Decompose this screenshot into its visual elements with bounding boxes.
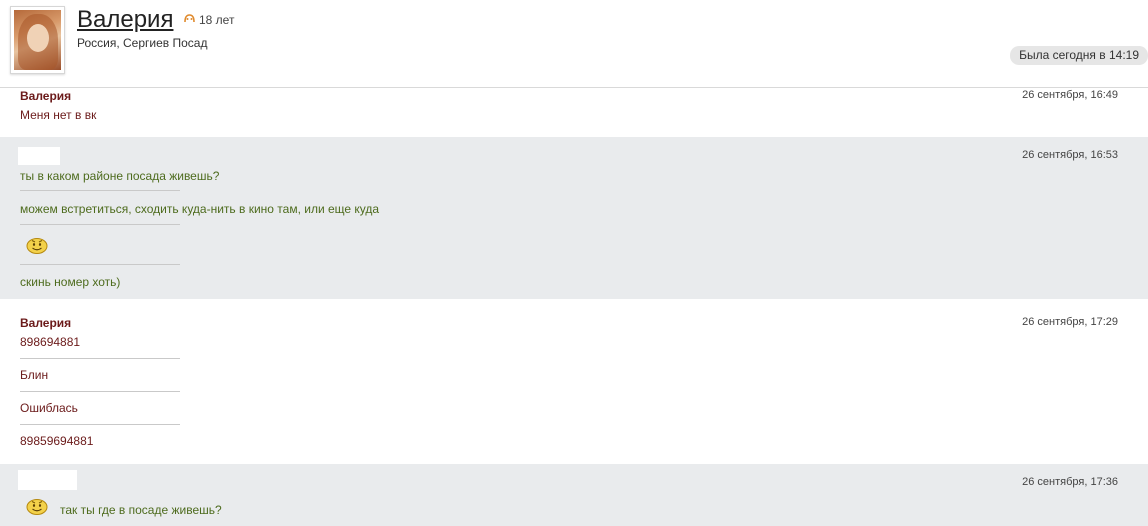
message-separator — [20, 264, 180, 265]
message-separator — [20, 424, 180, 425]
message-text: 898694881 — [20, 335, 81, 349]
smiley-icon — [26, 238, 48, 254]
message-separator — [20, 391, 180, 392]
profile-header: Валерия 18 лет Россия, Сергиев Посад Был… — [0, 0, 1148, 88]
message-time: 26 сентября, 17:29 — [1022, 316, 1118, 328]
profile-age: 18 лет — [199, 13, 235, 27]
message-sender[interactable]: Валерия — [20, 89, 71, 103]
message-text: так ты где в посаде живешь? — [60, 503, 222, 517]
message-text: можем встретиться, сходить куда-нить в к… — [20, 202, 380, 216]
message-text: Ошиблась — [20, 401, 78, 415]
message-text: 89859694881 — [20, 434, 94, 448]
message-sender-redacted — [18, 470, 77, 490]
message-time: 26 сентября, 17:36 — [1022, 476, 1118, 488]
message-separator — [20, 190, 180, 191]
message-sender-redacted — [18, 147, 60, 165]
message-block: Валерия 26 сентября, 16:49 Меня нет в вк — [0, 89, 1148, 137]
message-separator — [20, 358, 180, 359]
message-text: ты в каком районе посада живешь? — [20, 169, 220, 183]
smiley-icon — [26, 499, 48, 515]
online-status-badge: Была сегодня в 14:19 — [1010, 46, 1148, 65]
avatar-photo — [14, 10, 61, 70]
message-text: скинь номер хоть) — [20, 275, 121, 289]
profile-name-link[interactable]: Валерия — [77, 6, 173, 34]
message-time: 26 сентября, 16:49 — [1022, 89, 1118, 101]
message-text: Блин — [20, 368, 49, 382]
message-sender[interactable]: Валерия — [20, 316, 71, 330]
message-text: Меня нет в вк — [20, 108, 97, 122]
message-block: 26 сентября, 17:36 так ты где в посаде ж… — [0, 464, 1148, 526]
message-block: Валерия 26 сентября, 17:29 898694881 Бли… — [0, 299, 1148, 464]
message-block: 26 сентября, 16:53 ты в каком районе пос… — [0, 137, 1148, 299]
avatar[interactable] — [10, 6, 65, 74]
message-separator — [20, 224, 180, 225]
message-time: 26 сентября, 16:53 — [1022, 149, 1118, 161]
profile-location: Россия, Сергиев Посад — [77, 36, 208, 50]
zodiac-icon — [184, 14, 195, 23]
